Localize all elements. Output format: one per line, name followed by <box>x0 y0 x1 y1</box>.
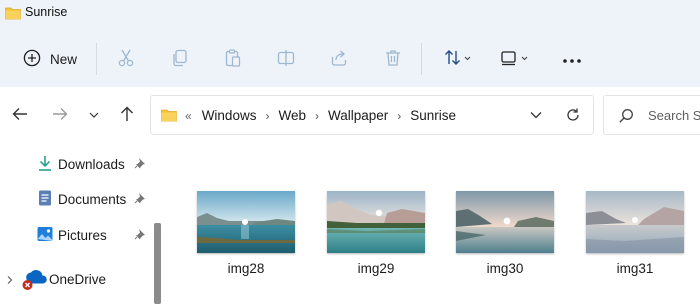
toolbar-divider <box>421 43 422 75</box>
search-box[interactable]: Search Su <box>603 95 700 135</box>
address-bar[interactable]: « Windows › Web › Wallpaper › Sunrise <box>150 95 594 135</box>
onedrive-cloud-icon <box>22 268 48 295</box>
sidebar-item-label: OneDrive <box>49 272 107 287</box>
rename-icon <box>276 48 296 71</box>
paste-button[interactable] <box>221 40 245 78</box>
view-icon <box>499 48 531 71</box>
folder-icon <box>5 6 21 23</box>
sidebar-item-onedrive[interactable]: OneDrive <box>0 263 155 293</box>
command-bar: New <box>0 40 700 78</box>
pictures-icon <box>36 225 54 246</box>
sidebar-item-label: Pictures <box>58 228 107 243</box>
folder-icon <box>161 108 177 125</box>
file-list: img28 img29 img30 img31 <box>170 143 700 304</box>
forward-button[interactable] <box>48 103 72 127</box>
share-button[interactable] <box>327 40 351 78</box>
copy-button[interactable] <box>168 40 192 78</box>
up-button[interactable] <box>115 103 139 127</box>
download-icon <box>36 154 54 175</box>
view-button[interactable] <box>497 40 533 78</box>
pin-icon[interactable] <box>134 192 146 207</box>
navigation-bar: « Windows › Web › Wallpaper › Sunrise Se… <box>0 87 700 143</box>
breadcrumb-item-sunrise[interactable]: Sunrise <box>410 108 456 123</box>
sidebar-item-downloads[interactable]: Downloads <box>0 148 155 178</box>
breadcrumb-item-windows[interactable]: Windows <box>202 108 257 123</box>
file-thumbnail[interactable] <box>456 191 554 253</box>
navigation-pane: Downloads Documents Pictures OneDrive <box>0 143 166 304</box>
pin-icon[interactable] <box>134 228 146 243</box>
recent-locations-button[interactable] <box>82 103 106 127</box>
file-thumbnail[interactable] <box>586 191 684 253</box>
chevron-right-icon[interactable]: › <box>315 109 319 123</box>
search-icon <box>618 108 634 127</box>
file-thumbnail[interactable] <box>197 191 295 253</box>
new-button[interactable]: New <box>14 40 86 78</box>
refresh-icon[interactable] <box>565 107 581 126</box>
copy-icon <box>170 48 190 71</box>
chevron-right-icon[interactable]: › <box>397 109 401 123</box>
arrow-right-icon <box>51 106 69 125</box>
toolbar-divider <box>96 43 97 75</box>
breadcrumb-item-web[interactable]: Web <box>278 108 306 123</box>
chevron-right-icon[interactable] <box>6 273 14 288</box>
sidebar-item-label: Documents <box>58 192 127 207</box>
sidebar-item-documents[interactable]: Documents <box>0 183 155 213</box>
arrow-up-icon <box>119 105 135 126</box>
chevron-down-icon <box>88 108 100 123</box>
rename-button[interactable] <box>274 40 298 78</box>
delete-button[interactable] <box>381 40 405 78</box>
sidebar-scrollbar[interactable] <box>154 223 161 304</box>
window-title: Sunrise <box>25 5 68 19</box>
top-chrome: Sunrise New <box>0 0 700 87</box>
sort-icon <box>443 48 473 71</box>
file-name[interactable]: img29 <box>327 261 425 276</box>
more-icon <box>562 52 582 67</box>
file-name[interactable]: img31 <box>586 261 684 276</box>
file-name[interactable]: img30 <box>456 261 554 276</box>
breadcrumb-item-wallpaper[interactable]: Wallpaper <box>328 108 388 123</box>
breadcrumb: « Windows › Web › Wallpaper › Sunrise <box>185 108 456 123</box>
share-icon <box>329 48 349 71</box>
plus-circle-icon <box>23 49 41 70</box>
chevron-right-icon[interactable]: › <box>265 109 269 123</box>
file-name[interactable]: img28 <box>197 261 295 276</box>
new-button-label: New <box>49 51 77 67</box>
cut-icon <box>116 48 136 71</box>
cut-button[interactable] <box>114 40 138 78</box>
file-thumbnail[interactable] <box>327 191 425 253</box>
delete-icon <box>383 48 403 71</box>
document-icon <box>36 189 54 210</box>
search-placeholder: Search Su <box>648 108 700 123</box>
pin-icon[interactable] <box>134 157 146 172</box>
breadcrumb-overflow[interactable]: « <box>185 109 192 123</box>
sidebar-item-label: Downloads <box>58 157 125 172</box>
paste-icon <box>223 48 243 71</box>
back-button[interactable] <box>8 103 32 127</box>
address-history-dropdown-icon[interactable] <box>529 109 543 124</box>
more-options-button[interactable] <box>558 40 586 78</box>
title-bar: Sunrise <box>0 0 700 26</box>
arrow-left-icon <box>11 106 29 125</box>
sidebar-item-pictures[interactable]: Pictures <box>0 219 155 249</box>
sort-button[interactable] <box>440 40 476 78</box>
